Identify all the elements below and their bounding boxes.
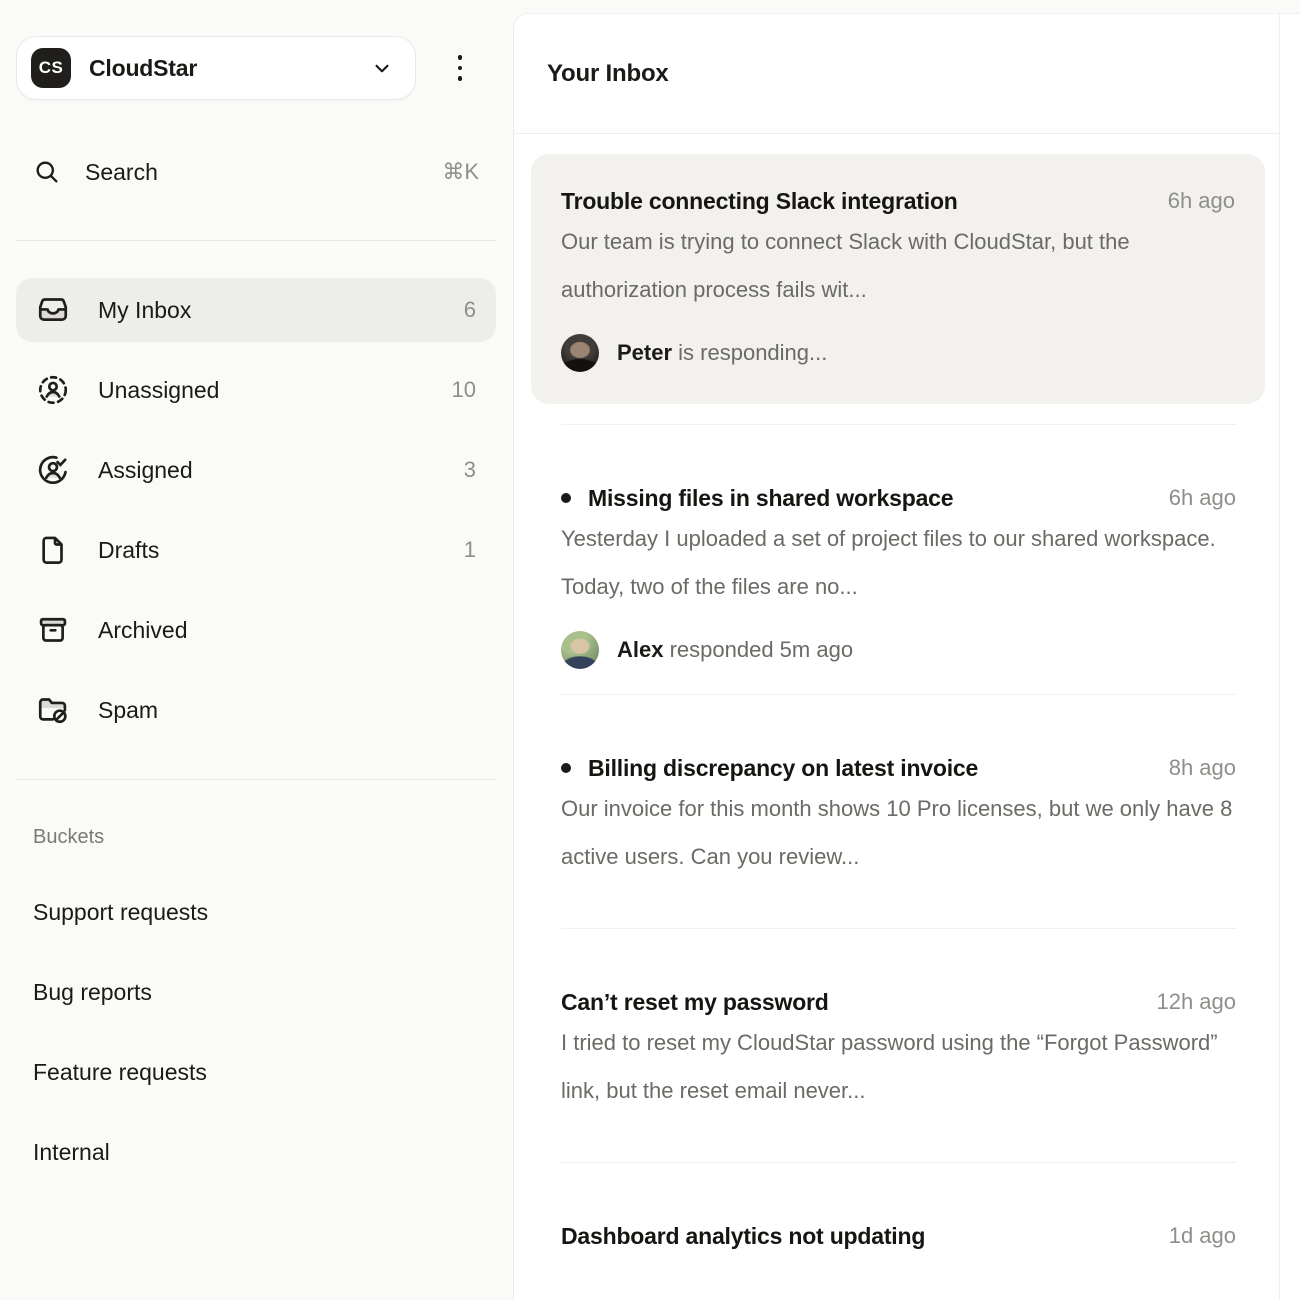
kebab-dot bbox=[458, 66, 463, 71]
responder-name: Alex bbox=[617, 637, 663, 662]
sidebar-item-label: Assigned bbox=[98, 457, 464, 484]
sidebar-divider bbox=[16, 779, 496, 780]
unread-dot bbox=[561, 763, 571, 773]
sidebar-item-unassigned[interactable]: Unassigned 10 bbox=[16, 358, 496, 422]
conversation-time: 6h ago bbox=[1169, 485, 1236, 511]
responder-row: Peter is responding... bbox=[561, 334, 1235, 372]
conversation-title: Dashboard analytics not updating bbox=[561, 1223, 1153, 1250]
conversation-row[interactable]: Billing discrepancy on latest invoice 8h… bbox=[561, 694, 1236, 928]
workspace-logo: CS bbox=[31, 48, 71, 88]
sidebar-item-count: 6 bbox=[464, 297, 476, 323]
sidebar-item-count: 1 bbox=[464, 537, 476, 563]
conversation-preview: Our invoice for this month shows 10 Pro … bbox=[561, 785, 1236, 881]
unassigned-icon bbox=[36, 373, 70, 407]
responder-status: Alex responded 5m ago bbox=[617, 637, 853, 663]
inbox-header: Your Inbox bbox=[514, 14, 1300, 134]
conversation-row[interactable]: Can’t reset my password 12h ago I tried … bbox=[561, 928, 1236, 1162]
archived-icon bbox=[36, 613, 70, 647]
responder-row: Alex responded 5m ago bbox=[561, 631, 1236, 669]
buckets-section-label: Buckets bbox=[33, 826, 104, 849]
drafts-icon bbox=[36, 533, 70, 567]
sidebar-item-label: Unassigned bbox=[98, 377, 452, 404]
avatar bbox=[561, 631, 599, 669]
sidebar-item-spam[interactable]: Spam bbox=[16, 678, 496, 742]
responder-name: Peter bbox=[617, 340, 672, 365]
sidebar-item-assigned[interactable]: Assigned 3 bbox=[16, 438, 496, 502]
bucket-item-feature-requests[interactable]: Feature requests bbox=[33, 1056, 207, 1088]
bucket-item-support-requests[interactable]: Support requests bbox=[33, 896, 208, 928]
conversation-preview: Yesterday I uploaded a set of project fi… bbox=[561, 515, 1236, 611]
conversation-card[interactable]: Trouble connecting Slack integration 6h … bbox=[531, 154, 1265, 404]
conversation-row[interactable]: Missing files in shared workspace 6h ago… bbox=[561, 424, 1236, 694]
sidebar-item-count: 10 bbox=[452, 377, 476, 403]
unread-dot bbox=[561, 493, 571, 503]
kebab-dot bbox=[458, 76, 463, 81]
conversation-list: Trouble connecting Slack integration 6h … bbox=[514, 154, 1300, 1298]
sidebar-menu-button[interactable] bbox=[444, 44, 476, 92]
spam-icon bbox=[36, 693, 70, 727]
sidebar: CS CloudStar Search ⌘K My Inbox 6 bbox=[0, 0, 513, 1300]
conversation-time: 6h ago bbox=[1168, 188, 1235, 214]
page-title: Your Inbox bbox=[547, 60, 669, 88]
sidebar-divider bbox=[16, 240, 496, 241]
sidebar-item-my-inbox[interactable]: My Inbox 6 bbox=[16, 278, 496, 342]
search-icon bbox=[33, 158, 61, 186]
conversation-time: 12h ago bbox=[1156, 989, 1236, 1015]
search-shortcut: ⌘K bbox=[442, 159, 479, 185]
workspace-switcher[interactable]: CS CloudStar bbox=[16, 36, 416, 100]
bucket-label: Support requests bbox=[33, 899, 208, 926]
conversation-preview: I tried to reset my CloudStar password u… bbox=[561, 1019, 1236, 1115]
sidebar-item-label: Spam bbox=[98, 697, 476, 724]
sidebar-item-label: Drafts bbox=[98, 537, 464, 564]
assigned-icon bbox=[36, 453, 70, 487]
chevron-down-icon bbox=[369, 55, 395, 81]
avatar bbox=[561, 334, 599, 372]
conversation-title: Billing discrepancy on latest invoice bbox=[588, 755, 1153, 782]
responder-status: Peter is responding... bbox=[617, 340, 827, 366]
search-input[interactable]: Search ⌘K bbox=[16, 148, 496, 196]
sidebar-item-count: 3 bbox=[464, 457, 476, 483]
bucket-item-bug-reports[interactable]: Bug reports bbox=[33, 976, 152, 1008]
conversation-time: 1d ago bbox=[1169, 1223, 1236, 1249]
conversation-preview: Our team is trying to connect Slack with… bbox=[561, 218, 1231, 314]
search-label: Search bbox=[85, 159, 442, 186]
bucket-item-internal[interactable]: Internal bbox=[33, 1136, 110, 1168]
bucket-label: Bug reports bbox=[33, 979, 152, 1006]
conversation-title: Missing files in shared workspace bbox=[588, 485, 1153, 512]
sidebar-nav: My Inbox 6 Unassigned 10 bbox=[16, 278, 496, 758]
kebab-dot bbox=[458, 55, 463, 60]
sidebar-item-label: My Inbox bbox=[98, 297, 464, 324]
bucket-label: Internal bbox=[33, 1139, 110, 1166]
conversation-time: 8h ago bbox=[1169, 755, 1236, 781]
sidebar-item-drafts[interactable]: Drafts 1 bbox=[16, 518, 496, 582]
conversation-title: Trouble connecting Slack integration bbox=[561, 188, 1152, 215]
bucket-label: Feature requests bbox=[33, 1059, 207, 1086]
inbox-panel: Your Inbox Trouble connecting Slack inte… bbox=[513, 13, 1300, 1300]
sidebar-item-label: Archived bbox=[98, 617, 476, 644]
conversation-title: Can’t reset my password bbox=[561, 989, 1140, 1016]
inbox-icon bbox=[36, 293, 70, 327]
sidebar-item-archived[interactable]: Archived bbox=[16, 598, 496, 662]
conversation-row[interactable]: Dashboard analytics not updating 1d ago bbox=[561, 1162, 1236, 1298]
app-root: CS CloudStar Search ⌘K My Inbox 6 bbox=[0, 0, 1300, 1300]
workspace-name: CloudStar bbox=[89, 55, 369, 82]
